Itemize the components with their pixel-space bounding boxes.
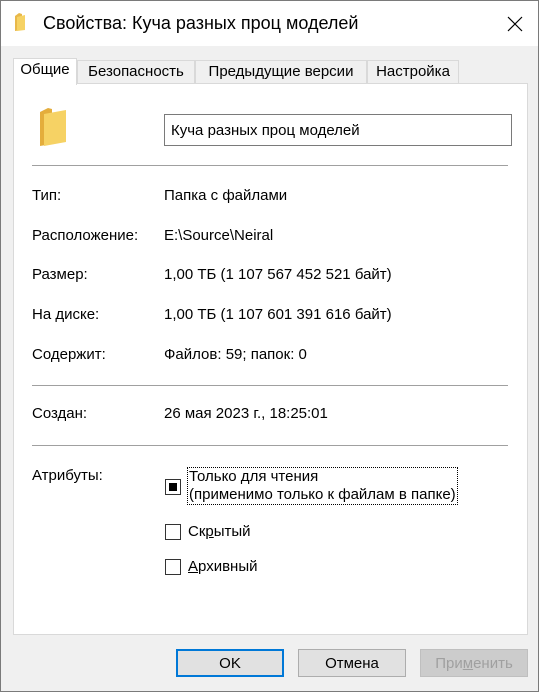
apply-label-part: енить [473, 654, 513, 672]
general-panel: Тип: Папка с файлами Расположение: E:\So… [13, 83, 528, 635]
ondisk-label: На диске: [32, 306, 100, 323]
archive-label-part: рхивный [198, 558, 258, 575]
properties-window: Свойства: Куча разных проц моделей Общие… [0, 0, 539, 692]
apply-label-part: При [435, 654, 463, 672]
tab-strip: Общие Безопасность Предыдущие версии Нас… [13, 58, 513, 85]
contains-value: Файлов: 59; папок: 0 [164, 346, 307, 363]
size-label: Размер: [32, 266, 88, 283]
apply-label-accel: м [462, 654, 474, 672]
hidden-checkbox[interactable] [165, 524, 181, 540]
hidden-label-accel: р [205, 523, 214, 540]
folder-large-icon [40, 108, 66, 146]
title-bar[interactable]: Свойства: Куча разных проц моделей [1, 1, 538, 46]
type-value: Папка с файлами [164, 187, 288, 204]
attributes-label: Атрибуты: [32, 467, 103, 484]
type-label: Тип: [32, 187, 62, 204]
archive-checkbox[interactable] [165, 559, 181, 575]
close-icon [507, 16, 523, 31]
created-value: 26 мая 2023 г., 18:25:01 [164, 405, 328, 422]
hidden-label[interactable]: Скрытый [188, 523, 251, 541]
tab-security[interactable]: Безопасность [77, 60, 195, 83]
size-value: 1,00 ТБ (1 107 567 452 521 байт) [164, 266, 392, 283]
folder-icon [15, 13, 25, 31]
tab-customize[interactable]: Настройка [367, 60, 459, 83]
readonly-checkbox[interactable] [165, 479, 181, 495]
archive-label-accel: А [188, 558, 199, 575]
folder-name-input[interactable] [164, 114, 512, 146]
contains-label: Содержит: [32, 346, 106, 363]
location-value: E:\Source\Neiral [164, 227, 274, 244]
ondisk-value: 1,00 ТБ (1 107 601 391 616 байт) [164, 306, 392, 323]
ok-button[interactable]: OK [176, 649, 284, 677]
created-label: Создан: [32, 405, 88, 422]
apply-button[interactable]: При м енить [420, 649, 528, 677]
close-button[interactable] [492, 1, 538, 46]
location-label: Расположение: [32, 227, 139, 244]
tab-previous-versions[interactable]: Предыдущие версии [195, 60, 367, 83]
separator [32, 445, 508, 446]
separator [32, 385, 508, 386]
window-title: Свойства: Куча разных проц моделей [43, 13, 359, 33]
hidden-label-part: ытый [213, 523, 251, 540]
readonly-label-line1: Только для чтения [189, 468, 319, 485]
cancel-button[interactable]: Отмена [298, 649, 406, 677]
separator [32, 165, 508, 166]
archive-label[interactable]: Архивный [188, 558, 257, 576]
tab-general[interactable]: Общие [13, 58, 77, 85]
hidden-label-part: Ск [188, 523, 206, 540]
readonly-label-line2: (применимо только к файлам в папке) [189, 486, 456, 503]
readonly-label[interactable]: Только для чтения (применимо только к фа… [187, 467, 458, 505]
